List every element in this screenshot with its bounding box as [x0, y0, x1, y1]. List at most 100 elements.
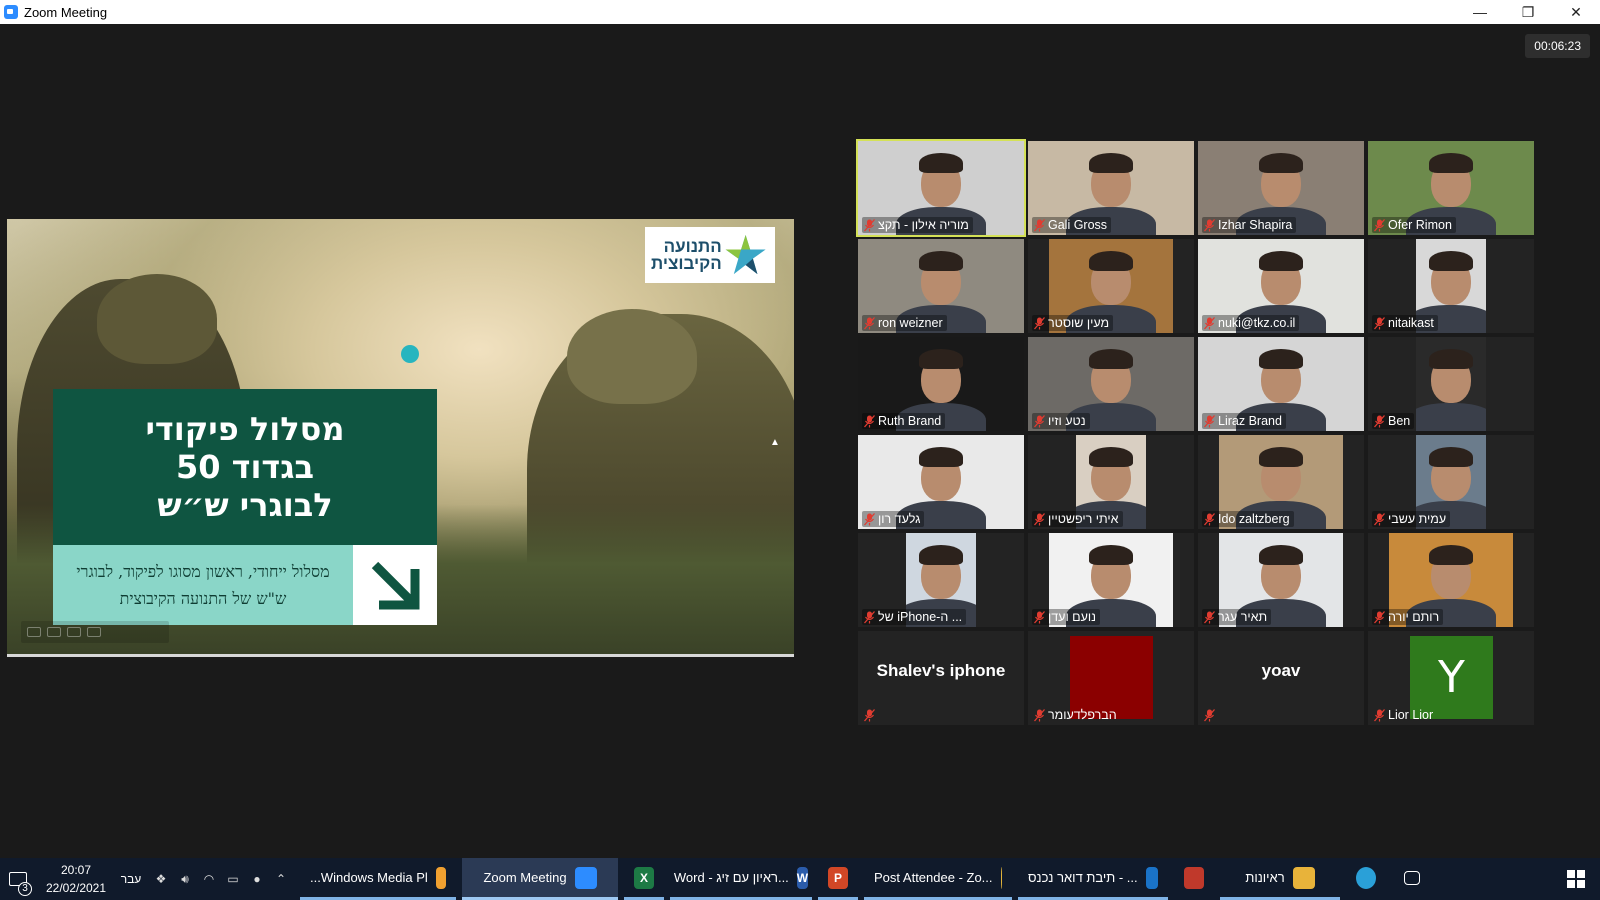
taskbar-app[interactable]: תיבת דואר נכנס - ... — [1018, 858, 1168, 900]
notification-count: 3 — [18, 882, 32, 896]
participant-tile[interactable]: Ofer Rimon — [1368, 141, 1534, 235]
participant-tile[interactable]: נועם ועדן — [1028, 533, 1194, 627]
participant-tile[interactable]: תאיר עגר — [1198, 533, 1364, 627]
more-options-icon[interactable] — [87, 627, 101, 637]
muted-mic-icon — [864, 218, 875, 232]
person-hair — [1259, 349, 1303, 369]
muted-mic-icon — [1204, 316, 1215, 330]
person-hair — [919, 545, 963, 565]
participant-name: Ofer Rimon — [1388, 218, 1452, 232]
participant-tile[interactable]: Ben — [1368, 337, 1534, 431]
participant-tile[interactable]: איתי ריפשטיין — [1028, 435, 1194, 529]
system-tray: ❖ 🔊︎ ◠ ▭ ● ⌃ — [146, 872, 296, 887]
taskbar-app-label: ...Windows Media Pl — [310, 870, 428, 885]
muted-mic-icon — [1374, 316, 1385, 330]
volume-icon[interactable]: 🔊︎ — [178, 872, 192, 886]
muted-mic-icon — [1204, 512, 1215, 526]
participant-name: תאיר עגר — [1218, 610, 1268, 624]
participant-name-label: Izhar Shapira — [1202, 217, 1297, 233]
person-hair — [1259, 545, 1303, 565]
participant-name: נועם ועדן — [1048, 610, 1097, 624]
teal-dot — [401, 345, 419, 363]
participant-tile[interactable]: Ruth Brand — [858, 337, 1024, 431]
participant-name: מעין שוסטר — [1048, 316, 1110, 330]
participant-name: Izhar Shapira — [1218, 218, 1293, 232]
taskbar-app[interactable] — [1174, 858, 1214, 900]
restore-button[interactable]: ❐ — [1504, 0, 1552, 24]
taskbar-app[interactable]: Word - ראיון עם זיג... W — [670, 858, 812, 900]
participant-name: של iPhone-ה ... — [878, 610, 963, 624]
taskbar-app[interactable]: P — [818, 858, 858, 900]
participant-display-name: Shalev's iphone — [876, 661, 1006, 680]
pen-icon[interactable] — [27, 627, 41, 637]
participant-tile[interactable]: ron weizner — [858, 239, 1024, 333]
taskbar-app[interactable]: ...Windows Media Pl — [300, 858, 456, 900]
person-hair — [1089, 349, 1133, 369]
participant-tile[interactable]: Gali Gross — [1028, 141, 1194, 235]
wifi-icon[interactable]: ◠ — [202, 872, 216, 886]
taskbar-app[interactable] — [1346, 858, 1386, 900]
participant-name-label: nitaikast — [1372, 315, 1438, 331]
zoom-slide-icon[interactable] — [67, 627, 81, 637]
taskbar-app[interactable]: Zoom Meeting — [462, 858, 618, 900]
minimize-button[interactable]: — — [1456, 0, 1504, 24]
person-hair — [1089, 447, 1133, 467]
person-hair — [1429, 349, 1473, 369]
person-hair — [1429, 447, 1473, 467]
helmet-right — [567, 309, 697, 404]
participant-name-label: Ruth Brand — [862, 413, 946, 429]
taskbar-app[interactable]: ראיונות — [1220, 858, 1340, 900]
participant-tile[interactable]: עמית עשבי — [1368, 435, 1534, 529]
participant-name-label: ron weizner — [862, 315, 947, 331]
participant-video — [1416, 337, 1486, 431]
participant-tile[interactable]: yoav — [1198, 631, 1364, 725]
edge-icon — [1356, 866, 1376, 889]
start-button[interactable] — [1552, 858, 1600, 900]
participant-tile[interactable]: נטע וזיו — [1028, 337, 1194, 431]
chevron-up-icon[interactable]: ⌃ — [274, 872, 288, 886]
muted-mic-icon — [1374, 414, 1385, 428]
shared-screen[interactable]: ▲ התנועה הקיבוצית מסלול פיקודי בגדוד 50 … — [7, 219, 794, 657]
participant-tile[interactable]: Liraz Brand — [1198, 337, 1364, 431]
participant-tile[interactable]: Izhar Shapira — [1198, 141, 1364, 235]
person-hair — [1089, 153, 1133, 173]
participant-tile[interactable]: Ido zaltzberg — [1198, 435, 1364, 529]
participant-tile[interactable]: הברפלדעומר — [1028, 631, 1194, 725]
participant-tile[interactable]: nuki@tkz.co.il — [1198, 239, 1364, 333]
window-title: Zoom Meeting — [24, 4, 108, 20]
slides-icon[interactable] — [47, 627, 61, 637]
taskbar-app[interactable]: X — [624, 858, 664, 900]
input-language[interactable]: עבר — [116, 872, 146, 886]
logo-star-icon — [725, 235, 766, 275]
participant-name: עמית עשבי — [1388, 512, 1447, 526]
taskbar-app[interactable] — [1392, 858, 1432, 900]
close-button[interactable]: ✕ — [1552, 0, 1600, 24]
excel-icon: X — [634, 866, 654, 889]
dropbox-icon[interactable]: ❖ — [154, 872, 168, 886]
muted-mic-icon — [1034, 218, 1045, 232]
taskbar-clock[interactable]: 20:07 22/02/2021 — [36, 861, 116, 897]
participant-tile[interactable]: מוריה אילון - תקצ — [856, 139, 1026, 237]
participant-name-label: Ofer Rimon — [1372, 217, 1456, 233]
slideshow-toolbar[interactable] — [21, 621, 169, 643]
microphone-icon[interactable]: ● — [250, 872, 264, 886]
participant-tile[interactable]: של iPhone-ה ... — [858, 533, 1024, 627]
participant-tile[interactable]: גלעד רון — [858, 435, 1024, 529]
taskbar-app[interactable]: Post Attendee - Zo... — [864, 858, 1012, 900]
taskbar-app-label: תיבת דואר נכנס - ... — [1028, 870, 1138, 885]
participant-name-label: מעין שוסטר — [1032, 315, 1114, 331]
participant-tile[interactable]: Shalev's iphone — [858, 631, 1024, 725]
folder-icon — [1292, 866, 1315, 889]
participant-tile[interactable]: רותם יורה — [1368, 533, 1534, 627]
zoom-app-icon — [4, 5, 18, 19]
clock-time: 20:07 — [60, 863, 92, 877]
person-hair — [919, 349, 963, 369]
battery-icon[interactable]: ▭ — [226, 872, 240, 886]
participant-tile[interactable]: מעין שוסטר — [1028, 239, 1194, 333]
participant-name: Lior Lior — [1388, 708, 1434, 722]
participant-name-label: Ido zaltzberg — [1202, 511, 1294, 527]
participant-tile[interactable]: Y Lior Lior — [1368, 631, 1534, 725]
action-center-button[interactable]: 3 — [0, 858, 36, 900]
participant-name-label: נועם ועדן — [1032, 609, 1101, 625]
participant-tile[interactable]: nitaikast — [1368, 239, 1534, 333]
